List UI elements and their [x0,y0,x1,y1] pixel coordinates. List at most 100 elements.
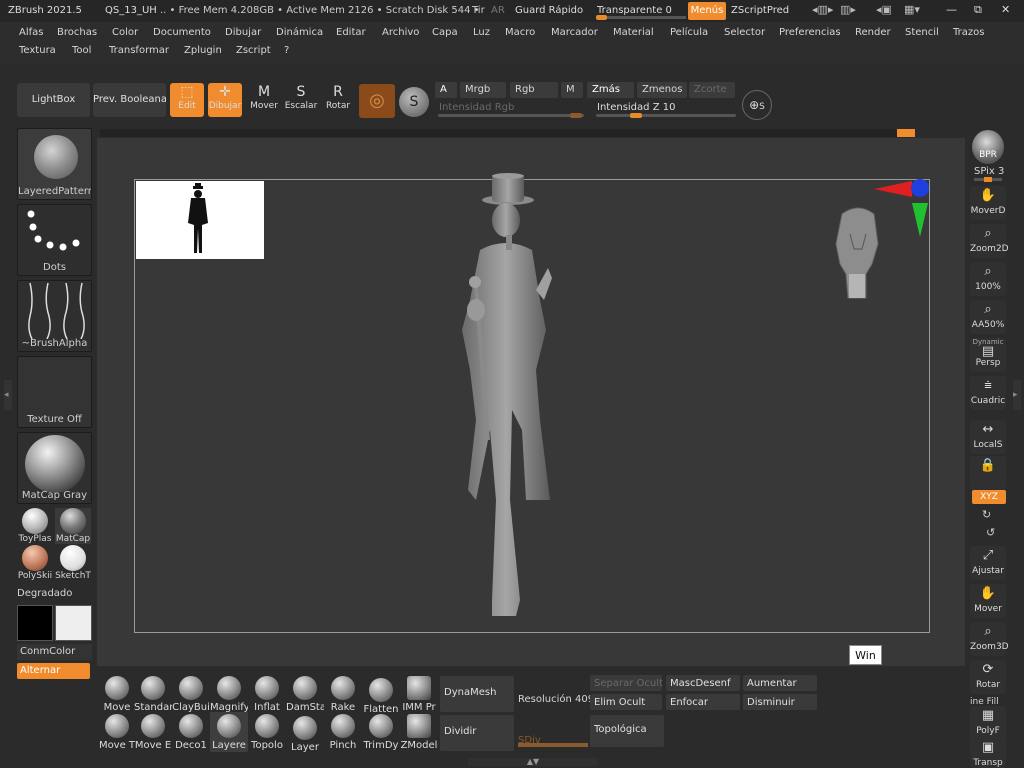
bottom-collapse-icon[interactable]: ▲▼ [468,758,598,766]
rgb-intensity-slider[interactable] [438,113,584,118]
zoom3d-button[interactable]: ⌕ Zoom3D [970,622,1009,656]
timeline-strip[interactable] [100,129,915,137]
win-button[interactable]: Win [849,645,882,665]
menu-zscript[interactable]: Zscript [236,45,271,56]
brush-claybuildup[interactable]: ClayBui [172,674,210,714]
polyskin-material[interactable]: PolySkii [17,545,53,581]
spix-control[interactable]: SPix 3 [974,166,1004,177]
3d-character-model[interactable] [440,170,610,630]
menu-textura[interactable]: Textura [19,45,56,56]
menu-tool[interactable]: Tool [72,45,91,56]
menu-material[interactable]: Material [613,27,654,38]
menu-alfas[interactable]: Alfas [19,27,43,38]
zsub-toggle[interactable]: Zmenos [637,82,687,98]
material-tile[interactable]: MatCap Gray [17,432,92,504]
dynamesh-button[interactable]: DynaMesh [440,676,514,712]
sdiv-slider[interactable] [518,743,588,747]
transparent-slider[interactable] [596,15,686,20]
a-toggle[interactable]: A [435,82,457,98]
menu-transformar[interactable]: Transformar [109,45,169,56]
alternate-button[interactable]: Alternar [17,663,90,679]
restore-icon[interactable]: ⧉ [974,3,982,17]
menu-dibujar[interactable]: Dibujar [225,27,261,38]
m-toggle[interactable]: M [561,82,583,98]
brush-rake[interactable]: Rake [324,674,362,714]
brush-deco1[interactable]: Deco1 [172,712,210,752]
menu-archivo[interactable]: Archivo [382,27,419,38]
move-button[interactable]: M Mover [247,83,281,117]
brush-damstandard[interactable]: DamSta [286,674,324,714]
zadd-toggle[interactable]: Zmás [587,82,634,98]
brush-layer[interactable]: Layer [286,714,324,754]
matcap-material[interactable]: MatCap [55,508,91,544]
scale-button[interactable]: S Escalar [284,83,318,117]
menu-color[interactable]: Color [112,27,138,38]
menu-documento[interactable]: Documento [153,27,211,38]
local-symmetry-button[interactable]: ↔ LocalS [970,420,1006,454]
rotate-button[interactable]: R Rotar [321,83,355,117]
sphere-toggle-icon[interactable]: S [399,87,429,117]
menu-zplugin[interactable]: Zplugin [184,45,222,56]
brush-topology[interactable]: Topolo [248,712,286,752]
menu-editar[interactable]: Editar [336,27,366,38]
rotate-view-button[interactable]: ⟳ Rotar [970,660,1006,694]
brush-layered[interactable]: Layere [210,712,248,752]
brush-move[interactable]: Move [98,674,136,714]
bpr-render-button[interactable]: BPR [972,130,1004,164]
zcut-toggle[interactable]: Zcorte [689,82,735,98]
move-view-button[interactable]: ✋ Mover [970,584,1006,618]
brush-move-elastic[interactable]: Move E [134,712,172,752]
z-intensity-handle[interactable] [630,113,642,118]
boolean-preview-button[interactable]: Prev. Booleana [93,83,166,117]
persp-button[interactable]: Dynamic ▤ Persp [970,338,1006,372]
reference-image-thumbnail[interactable] [136,181,264,259]
moverd-button[interactable]: ✋ MoverD [970,186,1006,220]
topological-button[interactable]: Topológica [590,715,664,747]
menu-pelicula[interactable]: Película [670,27,708,38]
menu-trazos[interactable]: Trazos [953,27,984,38]
rgb-intensity-handle[interactable] [570,113,582,118]
split-hidden-button[interactable]: Separar Ocult [590,675,663,691]
menu-preferencias[interactable]: Preferencias [779,27,841,38]
brush-tile[interactable]: LayeredPattern [17,128,92,200]
delete-hidden-button[interactable]: Elim Ocult [590,694,662,710]
texture-tile[interactable]: Texture Off [17,356,92,428]
close-icon[interactable]: ✕ [1001,3,1010,16]
divide-button[interactable]: Dividir [440,715,514,751]
layout-right-icon[interactable]: ▥▸ [840,3,856,16]
zoom100-button[interactable]: ⌕ 100% [970,262,1006,296]
transp-button[interactable]: ▣ Transp [970,738,1006,768]
right-collapse-icon[interactable]: ▸ [1013,380,1021,410]
increase-button[interactable]: Aumentar [743,675,817,691]
transparent-label[interactable]: Transparente 0 [597,5,672,16]
floor-button[interactable]: ⩧ Cuadric [970,376,1006,410]
spix-slider[interactable] [974,177,1002,182]
menu-render[interactable]: Render [855,27,891,38]
layout-menu-icon[interactable]: ▦▾ [904,3,920,16]
polyf-button[interactable]: ▦ PolyF [970,706,1006,740]
fit-button[interactable]: ⤢ Ajustar [970,546,1006,580]
minimize-icon[interactable]: — [946,3,957,16]
zoom2d-button[interactable]: ⌕ Zoom2D [970,224,1009,258]
switch-color-button[interactable]: ConmColor [17,644,92,660]
menu-luz[interactable]: Luz [473,27,490,38]
orientation-gizmo[interactable] [870,175,932,239]
z-intensity-slider[interactable] [596,113,736,118]
brush-flatten[interactable]: Flatten [362,676,400,716]
menu-stencil[interactable]: Stencil [905,27,939,38]
brush-move-topological[interactable]: Move T [98,712,136,752]
menu-help[interactable]: ? [284,45,289,56]
stroke-tile[interactable]: Dots [17,204,92,276]
edit-button[interactable]: ⬚ Edit [170,83,204,117]
xyz-button[interactable]: XYZ [972,490,1006,504]
brush-pinch[interactable]: Pinch [324,712,362,752]
menu-brochas[interactable]: Brochas [57,27,97,38]
brush-imm-primitives[interactable]: IMM Pr [400,674,438,714]
draw-size-icon[interactable]: ⊕S [742,90,772,120]
brush-zmodeler[interactable]: ZModel [400,712,438,752]
rgb-toggle[interactable]: Rgb [510,82,558,98]
gradient-toggle[interactable]: Degradado [17,588,92,599]
quicksave-button[interactable]: Guard Rápido [515,5,583,16]
material-swatch-icon[interactable]: ◎ [359,84,395,118]
menu-selector[interactable]: Selector [724,27,765,38]
